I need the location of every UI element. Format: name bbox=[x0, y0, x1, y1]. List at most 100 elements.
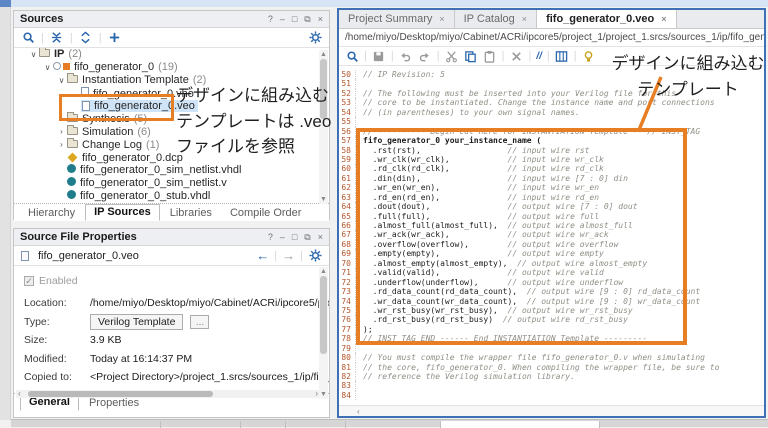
sources-tab-ip-sources[interactable]: IP Sources bbox=[85, 204, 160, 221]
tree-expander-icon[interactable]: › bbox=[56, 114, 67, 123]
tree-item-ip[interactable]: ∨IP(2) bbox=[14, 48, 329, 61]
folder-icon bbox=[67, 75, 78, 83]
tree-item-fifo-generator-0-sim-netlist-v[interactable]: fifo_generator_0_sim_netlist.v bbox=[14, 177, 329, 190]
tree-item-instantiation-template[interactable]: ∨Instantiation Template(2) bbox=[14, 74, 329, 87]
window-top-strip bbox=[0, 0, 768, 7]
collapse-all-icon[interactable] bbox=[50, 31, 64, 45]
close-icon[interactable]: × bbox=[661, 14, 666, 24]
paste-icon[interactable] bbox=[483, 49, 497, 63]
find-icon[interactable] bbox=[345, 49, 359, 63]
settings-gear-icon[interactable] bbox=[308, 31, 322, 45]
redo-icon[interactable] bbox=[418, 49, 432, 63]
code-text: .wr_clk(wr_clk), bbox=[356, 155, 508, 164]
add-sources-icon[interactable] bbox=[108, 31, 122, 45]
tree-expander-icon[interactable]: ∨ bbox=[56, 76, 67, 85]
left-sidebar-strip bbox=[0, 7, 11, 420]
close-icon[interactable]: × bbox=[439, 14, 444, 24]
editor-tab-fifo-generator-0-veo[interactable]: fifo_generator_0.veo× bbox=[537, 10, 676, 28]
sources-vertical-scrollbar[interactable]: ▲ ▼ bbox=[319, 50, 328, 204]
bottom-panel-tabstrip bbox=[11, 419, 768, 427]
tree-item-fifo-generator-0-vho[interactable]: fifo_generator_0.vho bbox=[14, 87, 329, 100]
code-text: fifo_generator_0 your_instance_name ( bbox=[356, 136, 541, 145]
line-number: 50 bbox=[339, 70, 356, 79]
tree-item-change-log[interactable]: ›Change Log(1) bbox=[14, 138, 329, 151]
float-icon[interactable]: ⧉ bbox=[304, 233, 310, 242]
tree-item-synthesis[interactable]: ›Synthesis(5) bbox=[14, 112, 329, 125]
save-icon[interactable] bbox=[372, 49, 386, 63]
close-icon[interactable]: × bbox=[522, 14, 527, 24]
editor-horizontal-scrollbar[interactable]: ‹ bbox=[339, 405, 764, 416]
tree-expander-icon[interactable]: › bbox=[56, 127, 67, 136]
line-number: 64 bbox=[339, 202, 356, 211]
code-comment: // the core, fifo_generator_0. When comp… bbox=[356, 363, 719, 372]
minimize-icon[interactable]: – bbox=[280, 15, 285, 24]
properties-tab-properties[interactable]: Properties bbox=[81, 396, 147, 411]
type-more-button[interactable]: … bbox=[190, 315, 209, 329]
property-value: 3.9 KB bbox=[90, 334, 122, 346]
folder-icon bbox=[67, 114, 78, 122]
lightbulb-icon[interactable] bbox=[582, 49, 596, 63]
editor-tab-project-summary[interactable]: Project Summary × bbox=[339, 10, 455, 28]
line-number: 56 bbox=[339, 127, 356, 136]
cut-icon[interactable] bbox=[445, 49, 459, 63]
tree-item-fifo-generator-0-stub-vhdl[interactable]: fifo_generator_0_stub.vhdl bbox=[14, 190, 329, 203]
code-line-60: 60 .rd_clk(rd_clk), // input wire rd_clk bbox=[339, 164, 764, 173]
type-dropdown-button[interactable]: Verilog Template bbox=[90, 314, 183, 330]
copy-icon[interactable] bbox=[464, 49, 478, 63]
tree-expander-icon[interactable]: › bbox=[56, 140, 67, 149]
help-icon[interactable]: ? bbox=[268, 233, 273, 242]
code-line-67: 67 .wr_ack(wr_ack), // output wire wr_ac… bbox=[339, 230, 764, 239]
code-comment: // input wire wr_clk bbox=[508, 155, 604, 164]
code-line-59: 59 .wr_clk(wr_clk), // input wire wr_clk bbox=[339, 155, 764, 164]
tree-item-label: fifo_generator_0_sim_netlist.vhdl bbox=[80, 164, 241, 176]
search-icon[interactable] bbox=[21, 31, 35, 45]
code-line-57: 57fifo_generator_0 your_instance_name ( bbox=[339, 136, 764, 145]
editor-tab-ip-catalog[interactable]: IP Catalog × bbox=[455, 10, 537, 28]
tree-expander-icon[interactable]: ∨ bbox=[42, 63, 53, 72]
tree-item-fifo-generator-0-veo[interactable]: fifo_generator_0.veo bbox=[14, 100, 329, 113]
tree-expander-icon[interactable]: ∨ bbox=[28, 50, 39, 59]
close-icon[interactable]: × bbox=[318, 15, 323, 24]
editor-tab-label: IP Catalog bbox=[464, 13, 515, 25]
tree-item-fifo-generator-0-sim-netlist-vhdl[interactable]: fifo_generator_0_sim_netlist.vhdl bbox=[14, 164, 329, 177]
line-number: 81 bbox=[339, 363, 356, 372]
tree-item-simulation[interactable]: ›Simulation(6) bbox=[14, 125, 329, 138]
enabled-checkbox[interactable]: ✓ bbox=[24, 276, 34, 286]
toggle-comment-icon[interactable]: // bbox=[536, 51, 542, 62]
code-line-75: 75 .wr_rst_busy(wr_rst_busy), // output … bbox=[339, 306, 764, 315]
delete-icon[interactable] bbox=[509, 49, 523, 63]
editor-tab-label: Project Summary bbox=[348, 13, 432, 25]
line-number: 80 bbox=[339, 353, 356, 362]
code-comment: // INST_TAG_END ------ End INSTANTIATION… bbox=[356, 334, 647, 343]
properties-horizontal-scrollbar[interactable]: ‹ › bbox=[16, 390, 320, 398]
property-row-size-: Size:3.9 KB bbox=[24, 331, 319, 350]
code-area[interactable]: 50// IP Revision: 55152// The following … bbox=[339, 66, 764, 405]
code-comment: // input wire rst bbox=[508, 146, 590, 155]
maximize-icon[interactable]: □ bbox=[292, 15, 297, 24]
sources-tab-compile-order[interactable]: Compile Order bbox=[222, 206, 310, 221]
toolbar-separator: | bbox=[99, 32, 102, 44]
expand-all-icon[interactable] bbox=[79, 31, 93, 45]
code-text: .din(din), bbox=[356, 174, 508, 183]
columns-icon[interactable] bbox=[555, 49, 569, 63]
tree-item-label: Change Log bbox=[82, 139, 142, 151]
minimize-icon[interactable]: – bbox=[280, 233, 285, 242]
tree-item-fifo-generator-0[interactable]: ∨fifo_generator_0(19) bbox=[14, 61, 329, 74]
undo-icon[interactable] bbox=[399, 49, 413, 63]
help-icon[interactable]: ? bbox=[268, 15, 273, 24]
maximize-icon[interactable]: □ bbox=[292, 233, 297, 242]
float-icon[interactable]: ⧉ bbox=[304, 15, 310, 24]
tree-item-fifo-generator-0-dcp[interactable]: fifo_generator_0.dcp bbox=[14, 151, 329, 164]
code-line-63: 63 .rd_en(rd_en), // input wire rd_en bbox=[339, 193, 764, 202]
close-icon[interactable]: × bbox=[318, 233, 323, 242]
properties-vertical-scrollbar[interactable]: ▲ ▼ bbox=[319, 267, 328, 399]
back-arrow-icon[interactable]: ← bbox=[256, 248, 269, 263]
line-number: 55 bbox=[339, 117, 356, 126]
forward-arrow-icon[interactable]: → bbox=[282, 248, 295, 263]
property-label: Location: bbox=[24, 297, 90, 309]
sources-tab-hierarchy[interactable]: Hierarchy bbox=[20, 206, 83, 221]
code-line-55: 55 bbox=[339, 117, 764, 126]
code-text: .rst(rst), bbox=[356, 146, 508, 155]
properties-gear-icon[interactable] bbox=[308, 249, 322, 263]
sources-tab-libraries[interactable]: Libraries bbox=[162, 206, 220, 221]
